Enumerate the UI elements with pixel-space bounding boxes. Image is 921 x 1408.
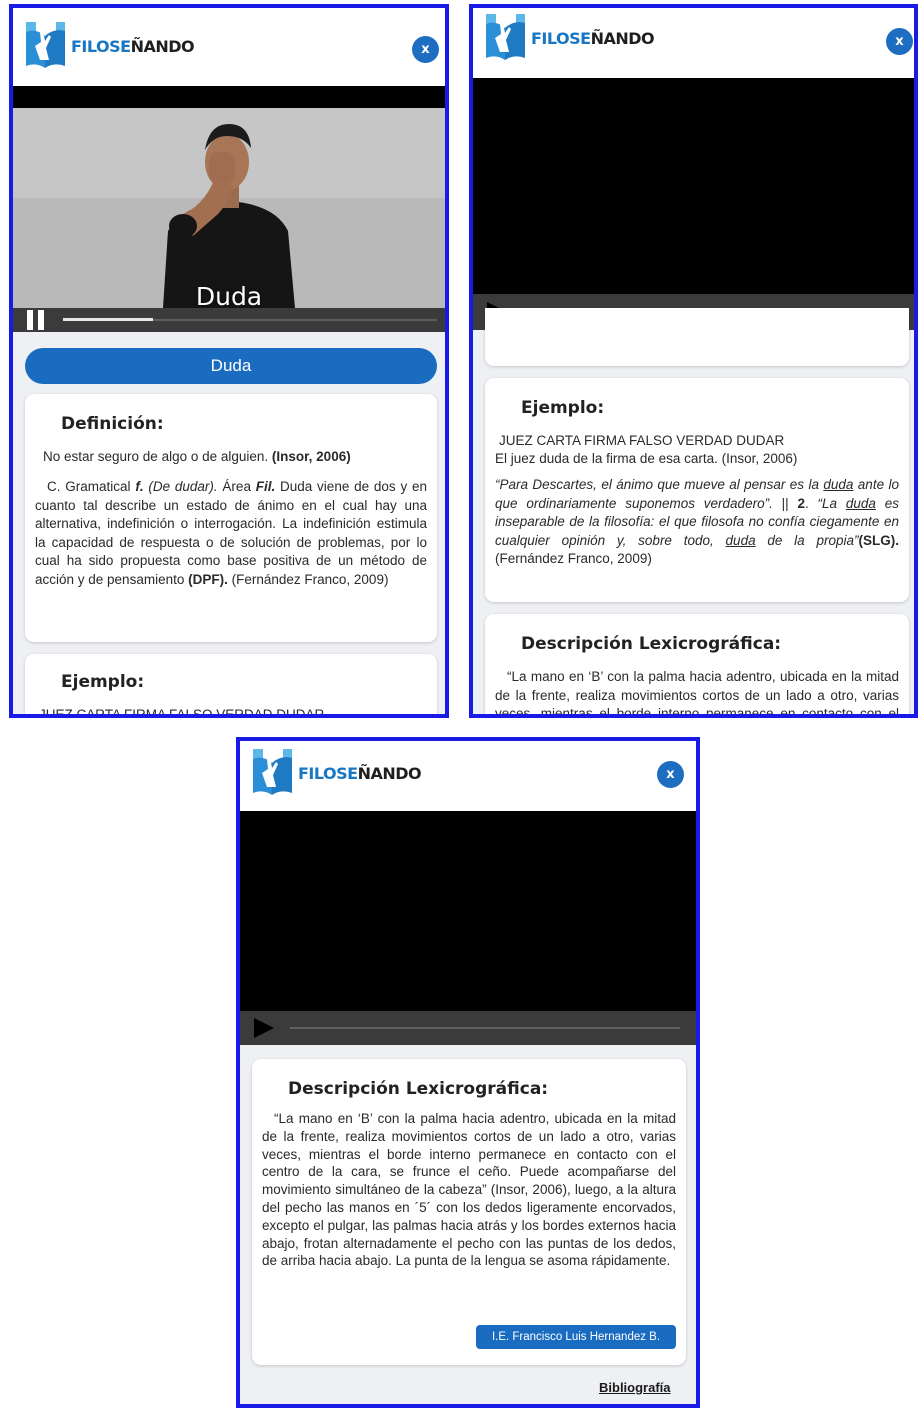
video-player[interactable]: Duda bbox=[13, 86, 445, 332]
bibliography-link[interactable]: Bibliografía bbox=[599, 1380, 671, 1395]
example-quote: “Para Descartes, el ánimo que mueve al p… bbox=[495, 477, 899, 566]
definition-heading: Definición: bbox=[61, 414, 164, 434]
book-hand-icon bbox=[26, 22, 65, 68]
screen-example: FILOSEÑANDO x Ejemplo: JUEZ CARTA FIRMA … bbox=[469, 4, 918, 718]
lexicographic-text: “La mano en ‘B’ con la palma hacia adent… bbox=[495, 669, 899, 718]
author-button[interactable]: I.E. Francisco Luis Hernandez B. bbox=[476, 1325, 676, 1349]
pause-icon[interactable] bbox=[27, 310, 33, 330]
definition-text: C. Gramatical f. (De dudar). Área Fil. D… bbox=[35, 479, 427, 587]
book-hand-icon bbox=[486, 14, 525, 60]
example-sentence: El juez duda de la firma de esa carta. (… bbox=[495, 451, 798, 466]
example-heading: Ejemplo: bbox=[521, 398, 605, 418]
play-icon[interactable] bbox=[254, 1018, 274, 1038]
lexicographic-card: Descripción Lexicrográfica: “La mano en … bbox=[252, 1059, 686, 1365]
video-player[interactable] bbox=[240, 811, 696, 1045]
close-button[interactable]: x bbox=[886, 28, 913, 55]
lexicographic-heading: Descripción Lexicrográfica: bbox=[521, 634, 782, 654]
word-card-bottom bbox=[485, 308, 909, 366]
video-player[interactable] bbox=[473, 78, 914, 330]
example-gloss: JUEZ CARTA FIRMA FALSO VERDAD DUDAR bbox=[499, 433, 785, 448]
lexicographic-card: Descripción Lexicrográfica: “La mano en … bbox=[485, 614, 909, 718]
definition-line: No estar seguro de algo o de alguien. (I… bbox=[43, 449, 351, 464]
video-seek-bar[interactable] bbox=[290, 1027, 680, 1029]
filosenando-logo: FILOSEÑANDO bbox=[485, 14, 655, 62]
screen-lexicographic: FILOSEÑANDO x Descripción Lexicrográfica… bbox=[236, 737, 700, 1408]
filosenando-logo: FILOSEÑANDO bbox=[25, 22, 195, 70]
lexicographic-heading: Descripción Lexicrográfica: bbox=[288, 1079, 549, 1099]
example-card: Ejemplo: JUEZ CARTA FIRMA FALSO VERDAD D… bbox=[485, 378, 909, 602]
app-header: FILOSEÑANDO x bbox=[13, 8, 445, 86]
example-gloss: JUEZ CARTA FIRMA FALSO VERDAD DUDAR bbox=[39, 707, 325, 718]
screen-definition: FILOSEÑANDO x Duda Duda Definición: No e… bbox=[9, 4, 449, 718]
video-caption: Duda bbox=[195, 282, 263, 311]
word-button[interactable]: Duda bbox=[25, 348, 437, 384]
example-card: Ejemplo: JUEZ CARTA FIRMA FALSO VERDAD D… bbox=[25, 654, 437, 718]
brand-name: FILOSEÑANDO bbox=[71, 36, 195, 56]
filosenando-logo: FILOSEÑANDO bbox=[252, 749, 422, 797]
brand-name: FILOSEÑANDO bbox=[531, 28, 655, 48]
lexicographic-text: “La mano en ‘B’ con la palma hacia adent… bbox=[262, 1111, 676, 1269]
pause-icon-bar bbox=[38, 310, 44, 330]
example-heading: Ejemplo: bbox=[61, 672, 145, 692]
brand-name: FILOSEÑANDO bbox=[298, 763, 422, 783]
app-header: FILOSEÑANDO x bbox=[473, 8, 914, 78]
close-button[interactable]: x bbox=[657, 761, 684, 788]
book-hand-icon bbox=[253, 749, 292, 795]
video-controls bbox=[13, 308, 445, 332]
video-controls bbox=[240, 1011, 696, 1045]
close-button[interactable]: x bbox=[412, 36, 439, 63]
app-header: FILOSEÑANDO x bbox=[240, 741, 696, 811]
definition-card: Definición: No estar seguro de algo o de… bbox=[25, 394, 437, 642]
video-progress bbox=[63, 318, 153, 321]
